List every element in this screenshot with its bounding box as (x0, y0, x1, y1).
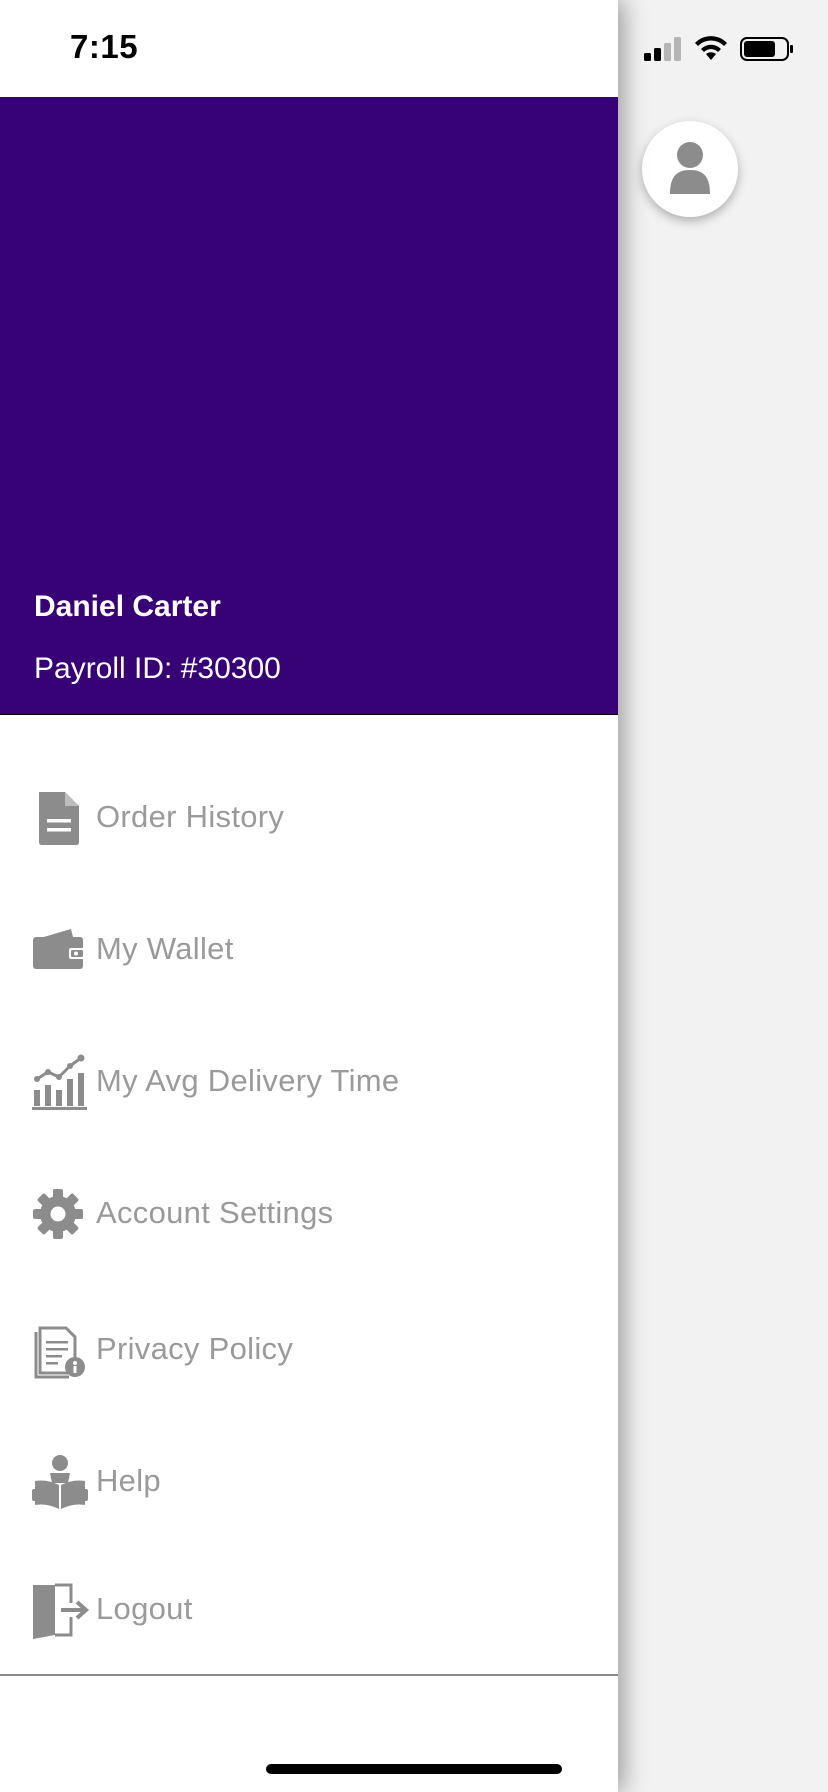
user-name: Daniel Carter (34, 590, 221, 623)
payroll-id: Payroll ID: #30300 (34, 652, 281, 685)
navigation-drawer: Daniel Carter Payroll ID: #30300 Order H… (0, 0, 618, 1792)
bar-chart-icon (32, 1054, 87, 1110)
drawer-divider (0, 1674, 618, 1676)
menu-item-order-history[interactable]: Order History (0, 773, 618, 863)
user-avatar-icon (670, 142, 710, 194)
menu-item-logout[interactable]: Logout (0, 1565, 618, 1655)
menu-item-label: Logout (96, 1591, 193, 1626)
menu-item-help[interactable]: Help (0, 1437, 618, 1527)
home-indicator (266, 1764, 562, 1774)
reader-icon (32, 1455, 88, 1509)
status-icons (644, 36, 794, 62)
menu-item-label: Privacy Policy (96, 1331, 294, 1366)
menu-item-privacy-policy[interactable]: Privacy Policy (0, 1305, 618, 1395)
privacy-document-icon (34, 1326, 85, 1379)
menu-item-label: Account Settings (96, 1195, 334, 1230)
cellular-signal-icon (644, 37, 681, 61)
menu-item-label: Order History (96, 799, 285, 834)
profile-avatar-button[interactable] (642, 121, 738, 217)
battery-icon (740, 37, 793, 61)
wallet-icon (33, 929, 85, 969)
menu-item-account-settings[interactable]: Account Settings (0, 1169, 618, 1259)
logout-door-icon (33, 1583, 89, 1639)
app-screen: 7:15 Daniel Carter Payroll ID: #30300 Or… (0, 0, 828, 1792)
menu-item-avg-delivery-time[interactable]: My Avg Delivery Time (0, 1037, 618, 1127)
gear-icon (33, 1189, 83, 1239)
wifi-icon (695, 36, 727, 60)
document-icon (39, 792, 79, 845)
menu-item-my-wallet[interactable]: My Wallet (0, 905, 618, 995)
menu-item-label: Help (96, 1463, 161, 1498)
menu-item-label: My Wallet (96, 931, 234, 966)
menu-item-label: My Avg Delivery Time (96, 1063, 400, 1098)
